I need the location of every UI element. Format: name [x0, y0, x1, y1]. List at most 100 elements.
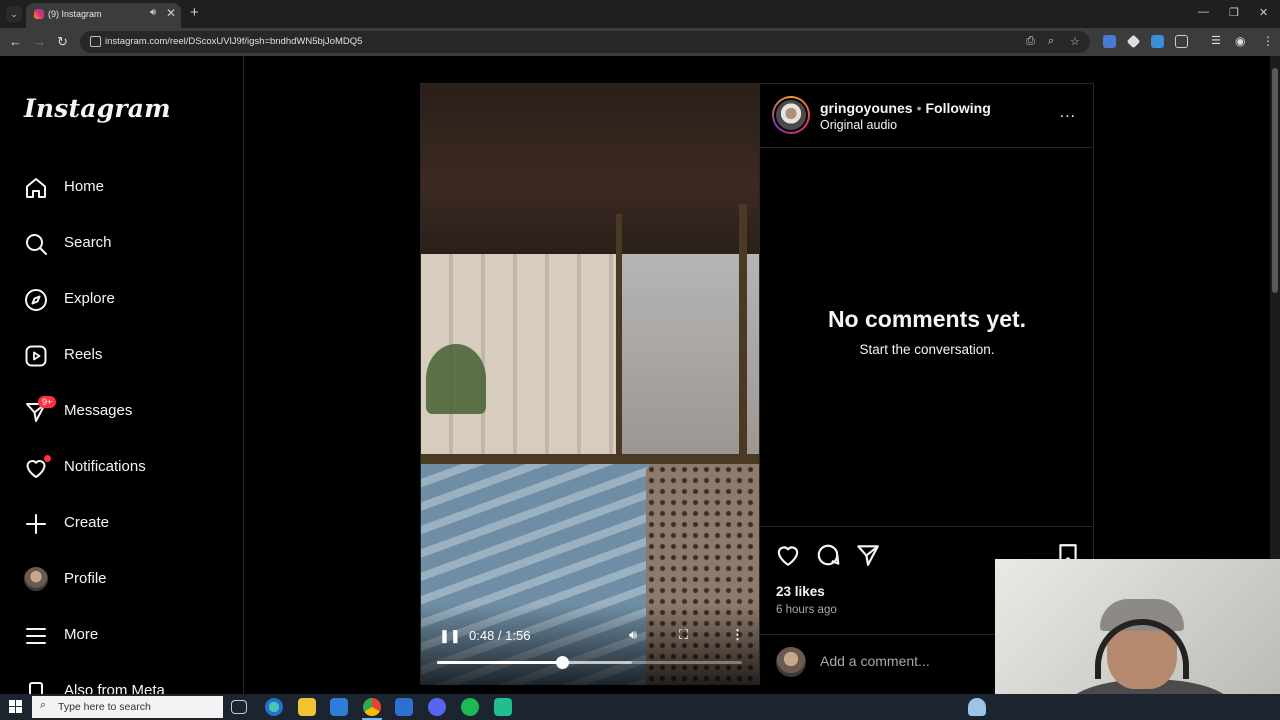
- sidebar-item-label: Explore: [64, 290, 115, 307]
- meta-icon: [29, 682, 43, 694]
- video-time: 0:48 / 1:56: [469, 628, 531, 643]
- post-timestamp[interactable]: 6 hours ago: [776, 604, 837, 616]
- address-bar[interactable]: instagram.com/reel/DScoxUVlJ9f/igsh=bndh…: [80, 31, 1090, 53]
- instagram-logo[interactable]: Instagram: [24, 94, 171, 123]
- sidebar-item-messages[interactable]: 9+ Messages: [24, 392, 224, 432]
- sidebar-item-profile[interactable]: Profile: [24, 560, 224, 600]
- browser-menu-icon[interactable]: ⋮: [1262, 34, 1274, 48]
- share-icon[interactable]: [855, 542, 881, 568]
- hamburger-icon: [26, 628, 46, 644]
- sidebar-item-notifications[interactable]: Notifications: [24, 448, 224, 488]
- search-icon: [26, 234, 47, 255]
- extension-diamond-icon[interactable]: [1126, 34, 1141, 49]
- following-button[interactable]: Following: [925, 100, 990, 116]
- video-controls-overlay: [421, 604, 759, 685]
- add-comment-input[interactable]: Add a comment...: [820, 653, 930, 669]
- audio-link[interactable]: Original audio: [820, 118, 897, 132]
- restore-icon[interactable]: ❐: [1229, 6, 1239, 19]
- video-scrubber-handle[interactable]: [556, 656, 570, 669]
- store-icon[interactable]: [330, 698, 348, 716]
- video-window-sill: [421, 454, 759, 464]
- extension-blue-icon[interactable]: [1151, 35, 1164, 48]
- post-author-line: gringoyounes • Following: [820, 100, 991, 116]
- sidebar-item-reels[interactable]: Reels: [24, 336, 224, 376]
- zoom-icon[interactable]: ⌕: [1048, 35, 1054, 48]
- taskbar-search-box[interactable]: ⌕ Type here to search: [32, 696, 223, 718]
- minimize-icon[interactable]: —: [1198, 6, 1209, 18]
- home-icon: [26, 178, 46, 198]
- video-ceiling: [421, 84, 759, 254]
- avatar: [776, 647, 806, 677]
- sidebar-item-label: Notifications: [64, 458, 146, 475]
- profile-icon[interactable]: ◉: [1235, 34, 1245, 48]
- task-view-icon[interactable]: [231, 700, 247, 714]
- no-comments-subtitle: Start the conversation.: [859, 342, 995, 357]
- outlook-icon[interactable]: [395, 698, 413, 716]
- sidebar-item-create[interactable]: Create: [24, 504, 224, 544]
- fullscreen-icon[interactable]: ⛶: [679, 627, 688, 643]
- windows-start-icon[interactable]: [9, 700, 22, 713]
- volume-icon[interactable]: 🔊︎: [629, 627, 637, 643]
- pause-icon[interactable]: ❚❚: [439, 628, 461, 644]
- edge-icon[interactable]: [265, 698, 283, 716]
- video-more-icon[interactable]: ⋮: [731, 627, 744, 643]
- separator: •: [916, 100, 922, 116]
- windows-taskbar: ⌕ Type here to search: [0, 694, 1280, 720]
- sidebar-item-more[interactable]: More: [24, 616, 224, 656]
- like-heart-icon[interactable]: [775, 542, 801, 568]
- app-icon[interactable]: [494, 698, 512, 716]
- reel-post: ❚❚ 0:48 / 1:56 🔊︎ ⛶ ⋮ gringoyounes • Follo…: [420, 83, 1094, 685]
- sidebar-item-label: Home: [64, 178, 105, 195]
- notification-dot: [44, 455, 51, 462]
- video-progress-bar[interactable]: [437, 656, 742, 669]
- translate-extension-icon[interactable]: [1103, 35, 1116, 48]
- sidebar-item-label: More: [64, 626, 99, 643]
- taskbar-search-placeholder: Type here to search: [58, 701, 151, 713]
- tab-list-button[interactable]: ⌄: [6, 6, 22, 22]
- reload-icon[interactable]: ↻: [57, 34, 68, 50]
- avatar: [24, 567, 48, 591]
- sidebar-item-home[interactable]: Home: [24, 168, 224, 208]
- reel-video[interactable]: ❚❚ 0:48 / 1:56 🔊︎ ⛶ ⋮: [421, 84, 759, 685]
- sidebar-item-also-from-meta[interactable]: Also from Meta: [24, 672, 224, 694]
- author-username[interactable]: gringoyounes: [820, 100, 913, 116]
- post-header: gringoyounes • Following Original audio ..…: [760, 84, 1094, 148]
- author-avatar[interactable]: [772, 96, 810, 134]
- chrome-icon[interactable]: [363, 698, 381, 716]
- instagram-favicon-icon: [34, 9, 44, 19]
- tab-title: (9) Instagram: [48, 9, 102, 19]
- sidebar-item-explore[interactable]: Explore: [24, 280, 224, 320]
- video-palm-tree: [426, 344, 486, 414]
- install-app-icon[interactable]: ⎙: [1026, 35, 1035, 48]
- site-info-icon[interactable]: [90, 36, 101, 47]
- search-icon: ⌕: [40, 699, 47, 711]
- sidebar-item-label: Create: [64, 514, 110, 531]
- likes-count[interactable]: 23 likes: [776, 584, 825, 599]
- tab-close-icon[interactable]: ✕: [166, 6, 176, 20]
- video-window-frame: [616, 214, 622, 464]
- bookmark-star-icon[interactable]: ☆: [1070, 35, 1080, 48]
- forward-icon[interactable]: →: [33, 34, 46, 49]
- sidebar-item-label: Profile: [64, 570, 107, 587]
- window-close-icon[interactable]: ✕: [1259, 6, 1268, 19]
- spotify-icon[interactable]: [461, 698, 479, 716]
- comment-icon[interactable]: [815, 542, 841, 568]
- url-text[interactable]: instagram.com/reel/DScoxUVlJ9f/igsh=bndh…: [105, 36, 362, 47]
- scrollbar-thumb[interactable]: [1272, 68, 1278, 293]
- sidebar: Instagram Home Search Explore Reels 9+ M…: [0, 56, 244, 694]
- reels-icon: [25, 345, 47, 367]
- file-explorer-icon[interactable]: [298, 698, 316, 716]
- tab-audio-icon[interactable]: 🔊︎: [150, 7, 156, 18]
- weather-icon[interactable]: [968, 698, 986, 716]
- new-tab-button[interactable]: +: [190, 4, 199, 21]
- discord-icon[interactable]: [428, 698, 446, 716]
- sidebar-item-label: Messages: [64, 402, 133, 419]
- sidebar-item-label: Also from Meta: [64, 682, 165, 694]
- post-options-icon[interactable]: ...: [1060, 104, 1076, 122]
- media-control-icon[interactable]: ☰: [1211, 34, 1221, 47]
- browser-tab-instagram[interactable]: (9) Instagram 🔊︎ ✕: [26, 3, 181, 28]
- back-icon[interactable]: ←: [9, 34, 22, 49]
- browser-tab-bar: ⌄ (9) Instagram 🔊︎ ✕ + — ❐ ✕: [0, 0, 1280, 28]
- extensions-puzzle-icon[interactable]: [1175, 35, 1188, 48]
- sidebar-item-search[interactable]: Search: [24, 224, 224, 264]
